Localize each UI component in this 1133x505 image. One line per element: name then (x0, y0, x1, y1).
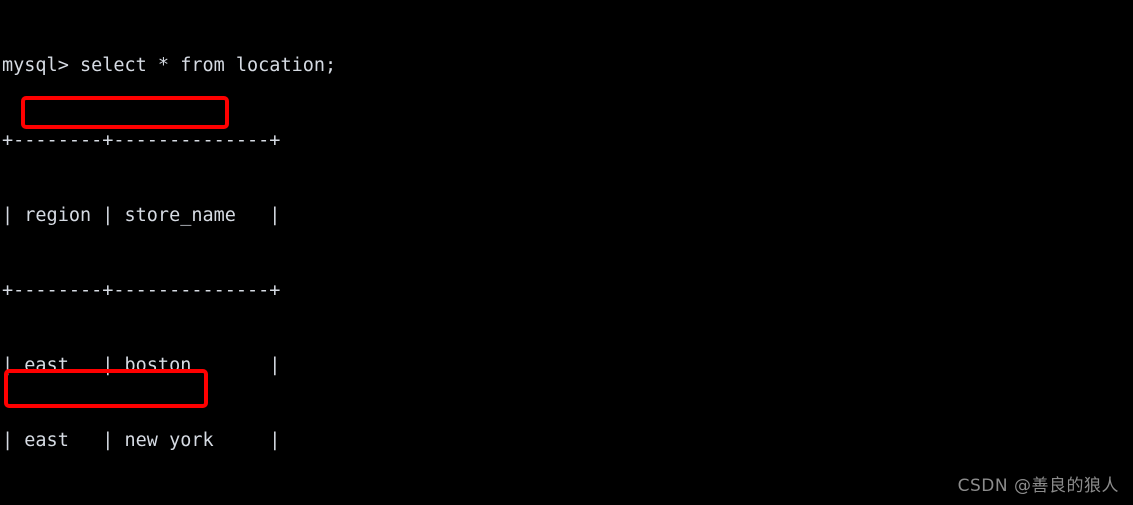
terminal-line-table1-row-1: | east | boston | (2, 355, 281, 376)
terminal-screen: mysql> select * from location; +--------… (0, 0, 1133, 505)
terminal-line-table1-top-border: +--------+--------------+ (2, 130, 281, 151)
terminal-line-query-1: mysql> select * from location; (2, 55, 337, 76)
terminal-line-table1-row-2: | east | new york | (2, 430, 281, 451)
terminal-output[interactable]: mysql> select * from location; +--------… (0, 0, 1133, 505)
terminal-line-table1-header: | region | store_name | (2, 205, 281, 226)
terminal-line-table1-header-border: +--------+--------------+ (2, 280, 281, 301)
csdn-watermark: CSDN @善良的狼人 (957, 476, 1119, 496)
